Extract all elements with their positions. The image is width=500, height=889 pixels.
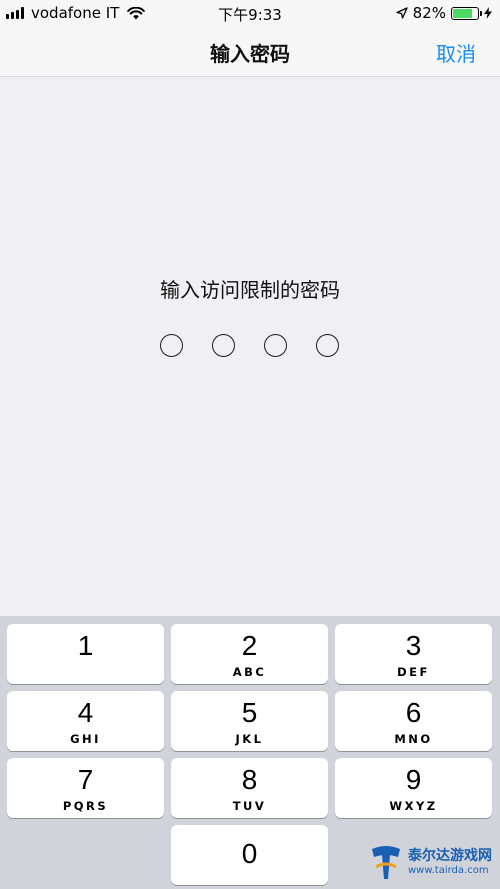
key-7[interactable]: 7 PQRS: [7, 758, 164, 818]
key-letters: GHI: [70, 732, 101, 746]
numeric-keypad: 1 2 ABC 3 DEF 4 GHI 5 JKL 6 MNO 7 PQRS 8…: [0, 616, 500, 889]
passcode-dot: [160, 334, 183, 357]
status-bar: vodafone IT 下午9:33 82%: [0, 0, 500, 26]
battery-icon: [451, 6, 482, 20]
key-digit: 3: [405, 630, 422, 661]
page-title: 输入密码: [210, 42, 290, 66]
battery-percent: 82%: [412, 4, 446, 22]
site-watermark: 泰尔达游戏网 www.tairda.com: [368, 841, 496, 885]
status-right: 82%: [396, 4, 492, 22]
key-digit: 9: [405, 764, 422, 795]
passcode-dot: [264, 334, 287, 357]
key-4[interactable]: 4 GHI: [7, 691, 164, 751]
location-arrow-icon: [396, 7, 408, 19]
cancel-button[interactable]: 取消: [436, 38, 476, 67]
key-digit: 1: [77, 630, 94, 661]
key-digit: 4: [77, 697, 94, 728]
watermark-name: 泰尔达游戏网: [408, 848, 492, 864]
passcode-indicator: [160, 334, 339, 357]
key-2[interactable]: 2 ABC: [171, 624, 328, 684]
key-digit: 2: [241, 630, 258, 661]
key-letters: PQRS: [62, 799, 109, 813]
passcode-prompt: 输入访问限制的密码: [160, 278, 340, 302]
key-6[interactable]: 6 MNO: [335, 691, 492, 751]
key-letters: JKL: [235, 732, 264, 746]
watermark-logo-icon: [372, 846, 400, 879]
passcode-dot: [212, 334, 235, 357]
battery-fill: [453, 8, 473, 18]
battery-cap: [480, 10, 482, 16]
key-digit: 8: [241, 764, 258, 795]
key-letters: ABC: [232, 665, 267, 679]
passcode-dot: [316, 334, 339, 357]
key-letters: WXYZ: [389, 799, 438, 813]
key-digit: 7: [77, 764, 94, 795]
key-digit: 6: [405, 697, 422, 728]
navigation-bar: 输入密码 取消: [0, 26, 500, 77]
key-8[interactable]: 8 TUV: [171, 758, 328, 818]
key-letters: MNO: [394, 732, 433, 746]
key-letters: DEF: [397, 665, 430, 679]
charging-bolt-icon: [484, 7, 492, 19]
key-digit: 5: [241, 697, 258, 728]
key-5[interactable]: 5 JKL: [171, 691, 328, 751]
watermark-url: www.tairda.com: [408, 865, 489, 876]
key-digit: 0: [241, 838, 258, 869]
key-1[interactable]: 1: [7, 624, 164, 684]
key-letters: TUV: [232, 799, 267, 813]
key-0[interactable]: 0: [171, 825, 328, 885]
key-9[interactable]: 9 WXYZ: [335, 758, 492, 818]
key-3[interactable]: 3 DEF: [335, 624, 492, 684]
